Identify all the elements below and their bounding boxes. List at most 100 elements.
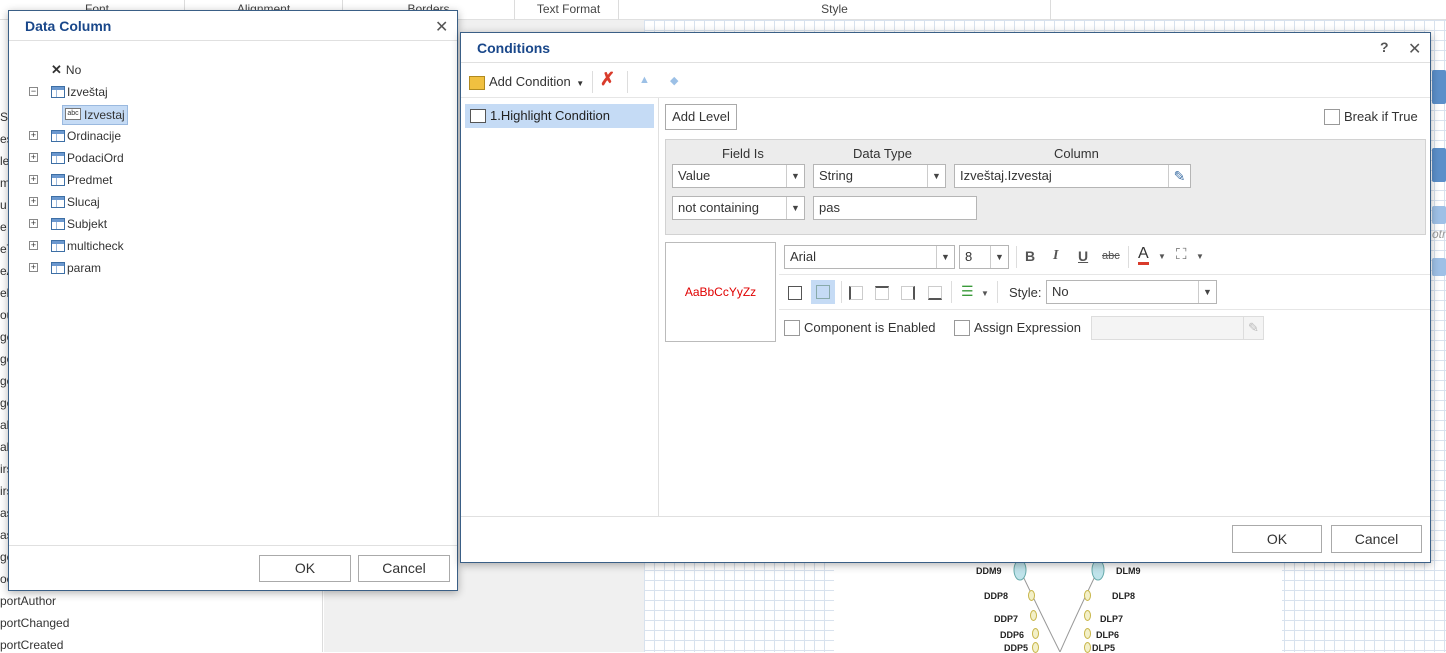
expand-icon[interactable]: + — [29, 175, 38, 184]
tree-item-no[interactable]: ✕ No — [51, 60, 81, 80]
operator-dropdown[interactable]: not containing ▼ — [672, 196, 805, 220]
strikethrough-button[interactable]: abc — [1102, 250, 1120, 262]
footer-divider — [9, 545, 457, 546]
tooth-label: DDP7 — [994, 614, 1019, 624]
style-preview: AaBbCcYyZz — [665, 242, 776, 342]
font-color-button[interactable]: A — [1138, 246, 1149, 265]
condition-list-item[interactable]: 1.Highlight Condition — [465, 104, 654, 128]
expand-icon[interactable]: + — [29, 241, 38, 250]
conditions-title-bar[interactable]: Conditions ? ✕ — [461, 33, 1430, 63]
list-style-icon[interactable]: ☰ — [961, 283, 974, 300]
dictionary-item[interactable]: portCreated — [0, 638, 63, 652]
component-enabled-checkbox[interactable] — [784, 320, 800, 336]
break-if-true-checkbox[interactable] — [1324, 109, 1340, 125]
border-none-icon — [816, 285, 830, 299]
expand-icon[interactable]: + — [29, 219, 38, 228]
add-condition-button[interactable]: Add Condition ▼ — [469, 71, 584, 93]
expand-icon[interactable]: + — [29, 153, 38, 162]
add-level-button[interactable]: Add Level — [665, 104, 737, 130]
tree-item[interactable]: multicheck — [67, 236, 124, 256]
bold-button[interactable]: B — [1025, 248, 1035, 264]
chevron-down-icon: ▼ — [1198, 281, 1216, 303]
close-icon[interactable]: ✕ — [1408, 39, 1421, 59]
dialog-title: Conditions — [477, 40, 551, 56]
column-field[interactable]: Izveštaj.Izvestaj ✎ — [954, 164, 1191, 188]
move-up-icon[interactable]: ▲ — [639, 74, 650, 86]
border-right-icon[interactable] — [901, 286, 915, 300]
toolbar-separator — [997, 281, 998, 303]
dictionary-item[interactable]: u — [0, 198, 7, 212]
dictionary-item[interactable]: portAuthor — [0, 594, 56, 608]
border-all-icon[interactable] — [788, 286, 802, 300]
report-page[interactable]: DDM9 DDP8 DDP7 DDP6 DDP5 DLM9 DLP8 DLP7 … — [834, 560, 1282, 653]
component-handle[interactable] — [1432, 206, 1446, 224]
ribbon-text-format-section[interactable]: Text Format — [519, 0, 619, 20]
expand-icon[interactable]: + — [29, 197, 38, 206]
edit-pencil-icon[interactable]: ✎ — [1168, 165, 1190, 187]
font-name-dropdown[interactable]: Arial ▼ — [784, 245, 955, 269]
close-icon[interactable]: ✕ — [435, 17, 448, 37]
operator-value: not containing — [678, 200, 759, 215]
expand-icon[interactable]: + — [29, 131, 38, 140]
border-left-icon[interactable] — [849, 286, 863, 300]
dictionary-item[interactable]: e — [0, 220, 7, 234]
dictionary-item[interactable]: portChanged — [0, 616, 69, 630]
data-column-title-bar[interactable]: Data Column ✕ — [9, 11, 457, 41]
border-bottom-icon[interactable] — [928, 286, 942, 300]
tree-item[interactable]: Subjekt — [67, 214, 107, 234]
toolbar-separator — [1128, 246, 1129, 268]
dialog-title: Data Column — [25, 18, 112, 34]
format-divider — [779, 309, 1430, 310]
tree-item[interactable]: Slucaj — [67, 192, 100, 212]
condition-label: 1.Highlight Condition — [490, 108, 610, 123]
remove-condition-icon[interactable]: ✗ — [600, 69, 615, 90]
table-icon — [51, 196, 65, 208]
table-icon — [51, 262, 65, 274]
data-type-dropdown[interactable]: String ▼ — [813, 164, 946, 188]
expand-icon[interactable]: + — [29, 263, 38, 272]
font-size-dropdown[interactable]: 8 ▼ — [959, 245, 1009, 269]
ok-button[interactable]: OK — [1232, 525, 1322, 553]
component-handle[interactable] — [1432, 148, 1446, 182]
italic-button[interactable]: I — [1053, 248, 1058, 264]
chevron-down-icon[interactable]: ▼ — [1196, 252, 1204, 261]
ribbon-style-section[interactable]: Style — [619, 0, 1051, 20]
tree-item-izvestaj[interactable]: Izveštaj — [67, 82, 108, 102]
style-dropdown[interactable]: No ▼ — [1046, 280, 1217, 304]
underline-button[interactable]: U — [1078, 248, 1088, 264]
data-type-value: String — [819, 168, 853, 183]
chevron-down-icon[interactable]: ▼ — [981, 289, 989, 298]
chevron-down-icon: ▼ — [786, 197, 804, 219]
add-condition-label: Add Condition — [489, 74, 571, 89]
tooth-shape — [1084, 628, 1091, 639]
condition-value-input[interactable]: pas — [813, 196, 977, 220]
move-down-icon[interactable]: ◆ — [670, 74, 678, 87]
tooth-label: DLP6 — [1096, 630, 1120, 640]
component-handle[interactable] — [1432, 70, 1446, 104]
toolbar-separator — [841, 281, 842, 303]
chevron-down-icon: ▼ — [786, 165, 804, 187]
tree-item[interactable]: Ordinacije — [67, 126, 121, 146]
field-is-dropdown[interactable]: Value ▼ — [672, 164, 805, 188]
tree-item[interactable]: param — [67, 258, 101, 278]
fill-color-icon[interactable]: ⛶ — [1176, 246, 1187, 263]
collapse-icon[interactable]: − — [29, 87, 38, 96]
table-icon — [51, 240, 65, 252]
field-is-value: Value — [678, 168, 711, 183]
edit-pencil-icon[interactable]: ✎ — [1243, 317, 1263, 339]
tree-item[interactable]: Predmet — [67, 170, 112, 190]
border-top-icon[interactable] — [875, 286, 889, 300]
border-none-button[interactable] — [811, 280, 835, 304]
chevron-down-icon[interactable]: ▼ — [1158, 252, 1166, 261]
assign-expression-checkbox[interactable] — [954, 320, 970, 336]
assign-expression-input[interactable]: ✎ — [1091, 316, 1264, 340]
ok-button[interactable]: OK — [259, 555, 351, 582]
help-icon[interactable]: ? — [1380, 39, 1389, 55]
table-icon — [51, 218, 65, 230]
tooth-label: DLM9 — [1116, 566, 1141, 576]
component-handle[interactable] — [1432, 258, 1446, 276]
tree-item-izvestaj-column[interactable]: Izvestaj — [84, 105, 125, 125]
cancel-button[interactable]: Cancel — [1331, 525, 1422, 553]
cancel-button[interactable]: Cancel — [358, 555, 450, 582]
tree-item[interactable]: PodaciOrd — [67, 148, 124, 168]
